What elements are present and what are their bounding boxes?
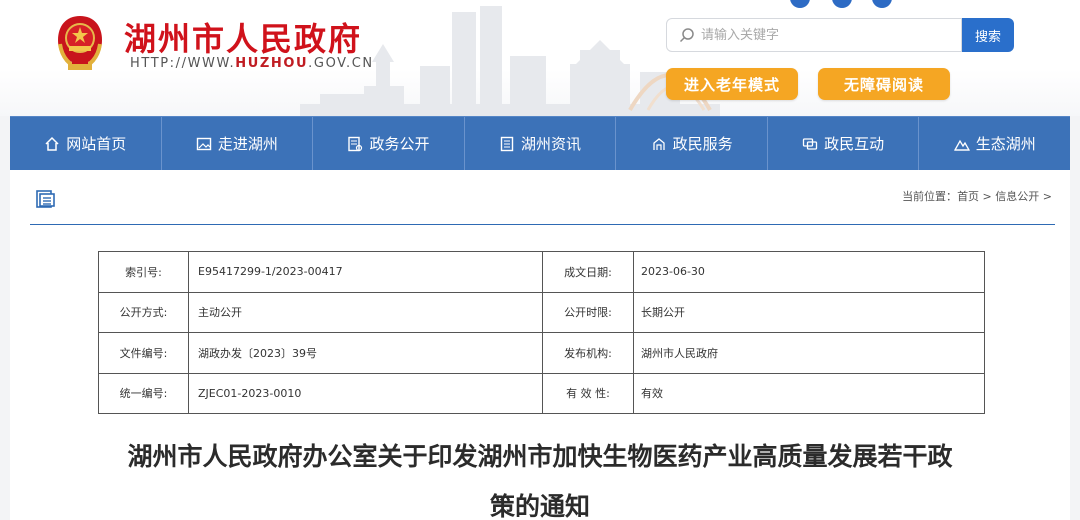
nav-item-home[interactable]: 网站首页 xyxy=(10,117,162,170)
home-icon xyxy=(45,136,59,151)
national-emblem-logo xyxy=(58,16,102,71)
nav-item-ecology[interactable]: 生态湖州 xyxy=(919,117,1070,170)
service-icon xyxy=(652,137,665,150)
content-panel: 当前位置：首页 > 信息公开 > 索引号: E95417299-1/2023-0… xyxy=(10,170,1070,520)
mountain-icon xyxy=(953,139,970,151)
site-header: 湖州市人民政府 HTTP://WWW.HUZHOU.GOV.CN 搜索 进入老年… xyxy=(0,0,1080,116)
meta-value-index: E95417299-1/2023-00417 xyxy=(188,251,543,293)
site-url: HTTP://WWW.HUZHOU.GOV.CN xyxy=(130,56,374,71)
meta-key-index: 索引号: xyxy=(98,251,189,293)
main-nav: 网站首页 走进湖州 政务公开 湖州资讯 政民服务 政民互动 生态湖州 xyxy=(10,116,1070,170)
breadcrumb-home[interactable]: 首页 xyxy=(957,190,979,203)
meta-key-file-number: 文件编号: xyxy=(98,332,189,374)
meta-value-unified-number: ZJEC01-2023-0010 xyxy=(188,372,543,414)
breadcrumb: 当前位置：首页 > 信息公开 > xyxy=(902,188,1052,204)
meta-value-date: 2023-06-30 xyxy=(633,251,985,293)
search-button[interactable]: 搜索 xyxy=(962,18,1014,52)
site-title[interactable]: 湖州市人民政府 xyxy=(124,14,362,60)
meta-value-validity: 有效 xyxy=(633,372,985,414)
document-icon xyxy=(348,136,363,151)
elderly-mode-button[interactable]: 进入老年模式 xyxy=(666,68,798,100)
meta-value-disclosure-period: 长期公开 xyxy=(633,291,985,333)
nav-item-gov-affairs[interactable]: 政务公开 xyxy=(313,117,465,170)
meta-key-validity: 有 效 性: xyxy=(542,372,634,414)
meta-value-file-number: 湖政办发〔2023〕39号 xyxy=(188,332,543,374)
site-url-prefix: HTTP://WWW. xyxy=(130,56,236,71)
nav-item-label: 走进湖州 xyxy=(217,135,278,153)
table-row: 索引号: E95417299-1/2023-00417 成文日期: 2023-0… xyxy=(98,251,985,293)
interaction-icon xyxy=(803,137,818,150)
news-icon xyxy=(500,136,514,151)
table-row: 公开方式: 主动公开 公开时限: 长期公开 xyxy=(98,291,985,333)
search-input[interactable] xyxy=(701,19,951,51)
social-icon[interactable] xyxy=(872,0,892,8)
search-icon xyxy=(679,28,694,43)
nav-item-label: 政民互动 xyxy=(824,135,885,153)
meta-value-disclosure-mode: 主动公开 xyxy=(188,291,543,333)
nav-item-label: 湖州资讯 xyxy=(521,135,582,153)
breadcrumb-info-public[interactable]: 信息公开 xyxy=(995,190,1039,203)
meta-key-unified-number: 统一编号: xyxy=(98,372,189,414)
section-divider xyxy=(30,224,1055,225)
site-url-domain: HUZHOU xyxy=(235,56,309,71)
article-icon xyxy=(36,190,55,208)
nav-item-interaction[interactable]: 政民互动 xyxy=(768,117,920,170)
document-title-line-1: 湖州市人民政府办公室关于印发湖州市加快生物医药产业高质量发展若干政 xyxy=(127,442,953,471)
accessible-reading-button[interactable]: 无障碍阅读 xyxy=(818,68,950,100)
breadcrumb-prefix: 当前位置： xyxy=(902,190,958,203)
nav-item-news[interactable]: 湖州资讯 xyxy=(465,117,617,170)
search-box xyxy=(666,18,962,52)
nav-item-about[interactable]: 走进湖州 xyxy=(162,117,314,170)
nav-item-services[interactable]: 政民服务 xyxy=(616,117,768,170)
image-icon xyxy=(196,137,212,150)
meta-key-disclosure-mode: 公开方式: xyxy=(98,291,189,333)
social-icon[interactable] xyxy=(832,0,852,8)
document-title: 湖州市人民政府办公室关于印发湖州市加快生物医药产业高质量发展若干政 策的通知 xyxy=(70,432,1010,520)
meta-value-publisher: 湖州市人民政府 xyxy=(633,332,985,374)
document-title-line-2: 策的通知 xyxy=(489,492,590,520)
social-icon[interactable] xyxy=(790,0,810,8)
table-row: 统一编号: ZJEC01-2023-0010 有 效 性: 有效 xyxy=(98,372,985,414)
nav-item-label: 生态湖州 xyxy=(975,135,1036,153)
meta-key-date: 成文日期: xyxy=(542,251,634,293)
nav-item-label: 政民服务 xyxy=(672,135,733,153)
breadcrumb-separator: > xyxy=(979,190,996,203)
table-row: 文件编号: 湖政办发〔2023〕39号 发布机构: 湖州市人民政府 xyxy=(98,332,985,374)
document-meta-table: 索引号: E95417299-1/2023-00417 成文日期: 2023-0… xyxy=(98,251,985,414)
meta-key-publisher: 发布机构: xyxy=(542,332,634,374)
nav-item-label: 网站首页 xyxy=(66,135,127,153)
breadcrumb-separator: > xyxy=(1039,190,1052,203)
meta-key-disclosure-period: 公开时限: xyxy=(542,291,634,333)
nav-item-label: 政务公开 xyxy=(369,135,430,153)
site-url-suffix: .GOV.CN xyxy=(308,56,374,71)
